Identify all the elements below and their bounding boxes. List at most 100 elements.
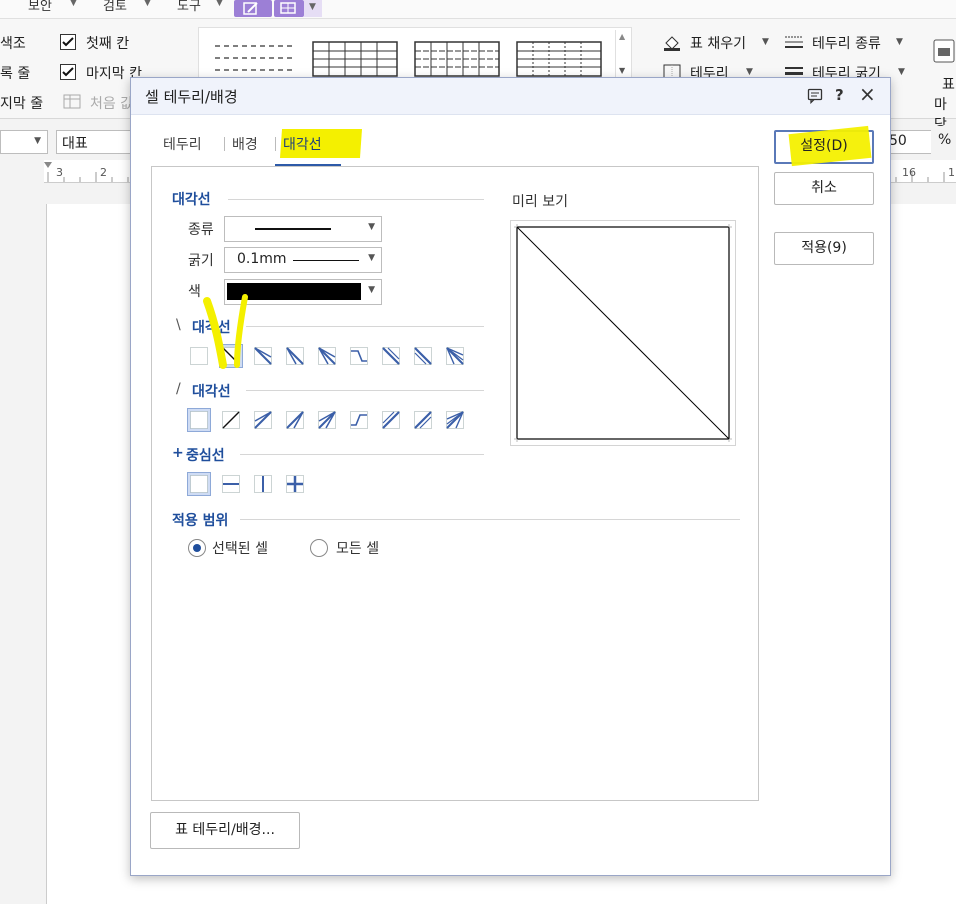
line-type-label: 종류: [188, 222, 214, 238]
apply-scope-title: 적용 범위: [172, 513, 229, 529]
slash-diagonal-triple-icon[interactable]: [316, 409, 338, 431]
backslash-diagonal-triple-icon[interactable]: [316, 345, 338, 367]
table-style-gallery[interactable]: ▲ ▼: [198, 27, 632, 84]
color-label: 색: [188, 284, 201, 300]
cell-border-dialog: 셀 테두리/배경 ? × 테두리 배경 대각선 대각선 종류 ▼ 굵기 0.1m…: [130, 77, 891, 876]
backslash-diagonal-none-icon[interactable]: [188, 345, 210, 367]
radio-all-cells[interactable]: [310, 539, 328, 557]
slash-diagonal-double-top-icon[interactable]: [252, 409, 274, 431]
border-type-button[interactable]: 테두리 종류: [812, 33, 881, 53]
table-style-grid-dotted-icon: [516, 41, 602, 77]
center-line-horizontal-icon[interactable]: [220, 473, 242, 495]
chevron-down-icon: ▼: [216, 0, 223, 8]
line-type-preview: [255, 228, 331, 230]
table-border-button[interactable]: 표 테두리/배경...: [150, 812, 300, 849]
chevron-down-icon: ▼: [762, 37, 769, 47]
backslash-diagonal-offset-bottom-icon[interactable]: [412, 345, 434, 367]
tab-border[interactable]: 테두리: [163, 134, 202, 154]
cancel-button[interactable]: 취소: [774, 172, 874, 205]
table-layout-button[interactable]: [274, 0, 304, 17]
center-line-cross-icon[interactable]: [284, 473, 306, 495]
scroll-down-icon[interactable]: ▼: [619, 66, 625, 75]
backslash-diagonal-fan-icon[interactable]: [444, 345, 466, 367]
slash-diagonal-single-icon[interactable]: [220, 409, 242, 431]
first-value-button[interactable]: [63, 94, 81, 114]
table-style-dashed-icon: [215, 45, 295, 71]
slash-options: [187, 408, 488, 433]
diagonal-panel: 대각선 종류 ▼ 굵기 0.1mm ▼ 색 ▼ \ 대각선 / 대각선 + 중심…: [151, 166, 759, 801]
backslash-diagonal-double-top-icon[interactable]: [252, 345, 274, 367]
ok-button[interactable]: 설정(D): [774, 125, 874, 167]
tab-background[interactable]: 배경: [232, 134, 258, 154]
center-line-none-icon[interactable]: [187, 472, 211, 496]
table-design-button[interactable]: [234, 0, 272, 17]
chevron-down-icon: ▼: [70, 0, 77, 8]
slash-diagonal-fan-icon[interactable]: [444, 409, 466, 431]
slash-diagonal-none-icon[interactable]: [187, 408, 211, 432]
table-style-grid-dashed-icon: [414, 41, 500, 77]
ribbon-label-tone: 색조: [0, 36, 26, 52]
chevron-down-icon: ▼: [368, 253, 375, 263]
ruler-tick-label: 2: [100, 166, 107, 179]
last-column-checkbox[interactable]: [60, 64, 76, 84]
backslash-diagonal-stepped-icon[interactable]: [348, 345, 370, 367]
color-swatch: [227, 283, 361, 300]
radio-all-cells-label: 모든 셀: [336, 541, 380, 557]
dialog-titlebar[interactable]: 셀 테두리/배경 ? ×: [131, 78, 890, 115]
fill-icon: [662, 34, 682, 56]
chevron-down-icon: ▼: [368, 285, 375, 295]
apply-button[interactable]: 적용(9): [774, 232, 874, 265]
ribbon-label-last-row: 지막 줄: [0, 96, 44, 112]
chevron-down-icon: ▼: [896, 37, 903, 47]
backslash-diagonal-double-left-icon[interactable]: [284, 345, 306, 367]
thickness-value: 0.1mm: [237, 251, 287, 267]
slash-diagonal-offset-bottom-icon[interactable]: [412, 409, 434, 431]
backslash-prefix: \: [176, 317, 181, 333]
table-layout-dropdown[interactable]: ▼: [304, 0, 322, 17]
radio-selected-cells-label: 선택된 셀: [212, 541, 268, 557]
grid-icon: [280, 2, 296, 14]
slash-section-title: 대각선: [192, 384, 231, 400]
radio-selected-cells[interactable]: [188, 539, 206, 557]
first-column-checkbox[interactable]: [60, 34, 76, 54]
menu-item-review[interactable]: 검토: [103, 0, 127, 14]
border-type-icon: [784, 35, 804, 55]
slash-prefix: /: [176, 381, 181, 397]
chevron-down-icon: ▼: [368, 222, 375, 232]
table-style-grid-icon: [312, 41, 398, 77]
slash-diagonal-stepped-icon[interactable]: [348, 409, 370, 431]
thickness-select[interactable]: 0.1mm ▼: [224, 247, 382, 273]
center-line-vertical-icon[interactable]: [252, 473, 274, 495]
style-value: 대표: [62, 136, 88, 152]
help-icon[interactable]: ?: [835, 86, 844, 104]
color-select[interactable]: ▼: [224, 279, 382, 305]
font-name-combo[interactable]: ▼: [0, 130, 48, 154]
scroll-up-icon[interactable]: ▲: [619, 32, 625, 41]
zoom-unit: %: [938, 132, 952, 148]
ruler-tick-label: 16: [902, 166, 916, 179]
thickness-label: 굵기: [188, 253, 214, 269]
preview-diagram: [514, 224, 732, 442]
style-combo[interactable]: 대표: [56, 130, 138, 154]
backslash-diagonal-single-icon[interactable]: [219, 344, 243, 368]
fill-button[interactable]: 표 채우기: [690, 33, 746, 53]
slash-diagonal-double-left-icon[interactable]: [284, 409, 306, 431]
close-icon[interactable]: ×: [859, 82, 876, 106]
preview-title: 미리 보기: [512, 194, 568, 210]
dialog-title: 셀 테두리/배경: [145, 88, 238, 106]
ruler-tick-label: 1: [948, 166, 955, 179]
center-section-title: 중심선: [186, 448, 225, 464]
chat-icon[interactable]: [807, 86, 823, 108]
menu-item-tools[interactable]: 도구: [177, 0, 201, 14]
gallery-scrollbar[interactable]: ▲ ▼: [615, 30, 630, 80]
chevron-down-icon: ▼: [746, 67, 753, 77]
tab-diagonal-label: 대각선: [283, 137, 322, 153]
center-line-options: [187, 472, 328, 497]
menu-item-security[interactable]: 보안: [28, 0, 52, 14]
line-type-select[interactable]: ▼: [224, 216, 382, 242]
slash-diagonal-offset-top-icon[interactable]: [380, 409, 402, 431]
tab-diagonal[interactable]: 대각선: [279, 129, 363, 158]
ruler-indent-marker: [44, 162, 52, 168]
backslash-diagonal-offset-top-icon[interactable]: [380, 345, 402, 367]
first-value-label: 처음 값: [90, 96, 134, 112]
